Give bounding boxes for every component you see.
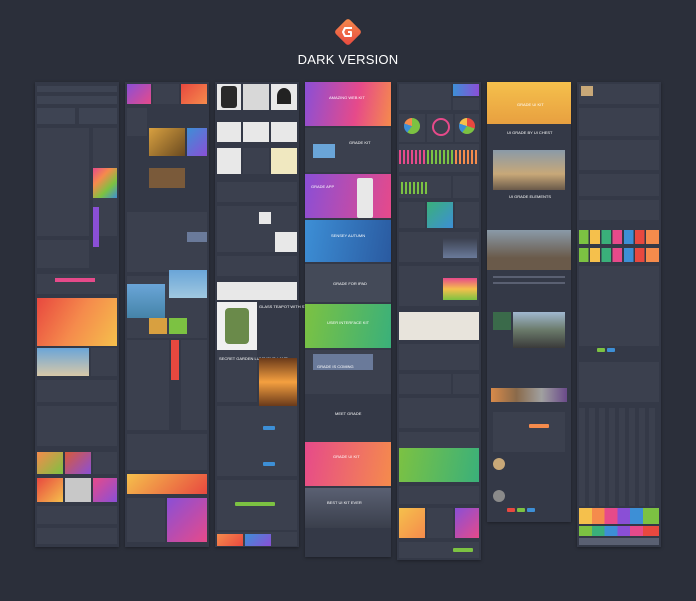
card-title: GRADE FOR IPAD bbox=[333, 281, 367, 286]
card-title: GRADE UI KIT bbox=[333, 454, 360, 459]
card-title: GRADE IS COMING bbox=[317, 364, 354, 369]
card-title: USER INTERFACE KIT bbox=[327, 320, 370, 325]
grade-ui-logo-icon bbox=[335, 19, 361, 45]
page-title: DARK VERSION bbox=[297, 52, 399, 67]
card-title: AMAZING WEB KIT bbox=[329, 95, 365, 100]
card-title: SENSEY AUTUMN bbox=[331, 233, 366, 238]
card-title: MEET GRADE bbox=[335, 411, 362, 416]
card-title: BEST UI KIT EVER bbox=[327, 500, 362, 505]
card-title: GRADE KIT bbox=[349, 140, 371, 145]
blog-title: UI GRADE BY UI CHEST bbox=[507, 130, 553, 135]
column-cards: AMAZING WEB KIT GRADE KIT GRADE APP SENS… bbox=[305, 82, 391, 557]
column-social bbox=[125, 82, 209, 547]
card-title: GRADE APP bbox=[311, 184, 335, 189]
column-blog: GRADE UI KIT UI GRADE BY UI CHEST UI GRA… bbox=[487, 82, 571, 522]
column-analytics bbox=[397, 82, 481, 560]
column-dashboard bbox=[35, 82, 119, 547]
column-elements bbox=[577, 82, 661, 547]
column-shop: GLASS TEAPOT WITH STAND SECRET GARDEN LU… bbox=[215, 82, 315, 547]
blog-subtitle: UI GRADE ELEMENTS bbox=[509, 194, 552, 199]
card-title: GRADE UI KIT bbox=[517, 102, 544, 107]
